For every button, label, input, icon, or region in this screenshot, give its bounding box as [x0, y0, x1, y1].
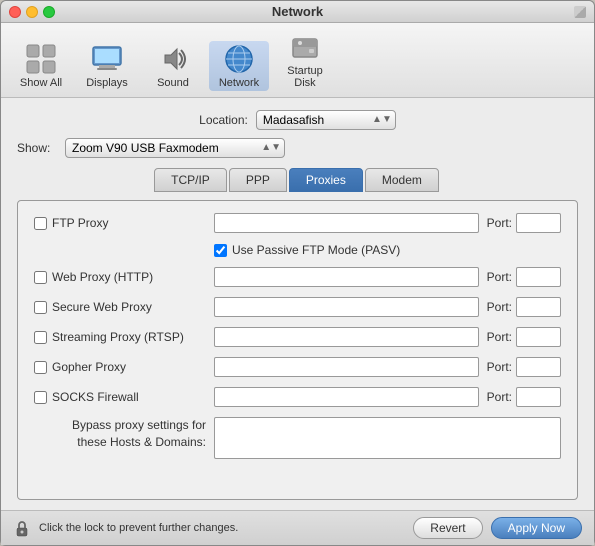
pasv-label[interactable]: Use Passive FTP Mode (PASV) — [214, 243, 400, 257]
location-select[interactable]: Madasafish Home Work — [256, 110, 396, 130]
socks-port-input[interactable] — [516, 387, 561, 407]
toolbar-label-displays: Displays — [86, 77, 128, 89]
streaming-proxy-label[interactable]: Streaming Proxy (RTSP) — [34, 330, 214, 344]
secure-web-port-label: Port: — [487, 300, 512, 314]
secure-web-port-input[interactable] — [516, 297, 561, 317]
web-port-input[interactable] — [516, 267, 561, 287]
minimize-button[interactable] — [26, 6, 38, 18]
toolbar-item-network[interactable]: Network — [209, 41, 269, 91]
speaker-icon — [157, 43, 189, 75]
lock-text: Click the lock to prevent further change… — [39, 522, 405, 534]
streaming-proxy-checkbox[interactable] — [34, 331, 47, 344]
web-proxy-label[interactable]: Web Proxy (HTTP) — [34, 270, 214, 284]
gopher-proxy-label[interactable]: Gopher Proxy — [34, 360, 214, 374]
toolbar-label-startup-disk: Startup Disk — [277, 65, 333, 89]
ftp-proxy-row: FTP Proxy Port: — [34, 213, 561, 233]
toolbar-item-sound[interactable]: Sound — [143, 41, 203, 91]
lock-icon[interactable] — [13, 519, 31, 537]
maximize-button[interactable] — [43, 6, 55, 18]
location-label: Location: — [199, 113, 248, 127]
location-select-wrapper: Madasafish Home Work ▲▼ — [256, 110, 396, 130]
globe-icon — [223, 43, 255, 75]
gopher-proxy-input[interactable] — [214, 357, 479, 377]
ftp-proxy-input[interactable] — [214, 213, 479, 233]
toolbar-item-displays[interactable]: Displays — [77, 41, 137, 91]
toolbar-item-show-all[interactable]: Show All — [11, 41, 71, 91]
window: Network Show All — [0, 0, 595, 546]
bottom-bar: Click the lock to prevent further change… — [1, 510, 594, 545]
main-content: Location: Madasafish Home Work ▲▼ Show: … — [1, 98, 594, 510]
window-title: Network — [1, 4, 594, 19]
ftp-proxy-checkbox[interactable] — [34, 217, 47, 230]
tab-tcpip[interactable]: TCP/IP — [154, 168, 227, 192]
monitor-icon — [91, 43, 123, 75]
apply-now-button[interactable]: Apply Now — [491, 517, 582, 539]
socks-input[interactable] — [214, 387, 479, 407]
secure-web-proxy-label[interactable]: Secure Web Proxy — [34, 300, 214, 314]
toolbar-label-network: Network — [219, 77, 259, 89]
gopher-proxy-checkbox[interactable] — [34, 361, 47, 374]
pasv-checkbox[interactable] — [214, 244, 227, 257]
bypass-textarea[interactable] — [214, 417, 561, 459]
toolbar-label-show-all: Show All — [20, 77, 62, 89]
gopher-proxy-row: Gopher Proxy Port: — [34, 357, 561, 377]
ftp-port-input[interactable] — [516, 213, 561, 233]
socks-checkbox[interactable] — [34, 391, 47, 404]
ftp-proxy-label[interactable]: FTP Proxy — [34, 216, 214, 230]
bypass-row: Bypass proxy settings forthese Hosts & D… — [34, 417, 561, 459]
web-proxy-input[interactable] — [214, 267, 479, 287]
revert-button[interactable]: Revert — [413, 517, 482, 539]
show-row: Show: Zoom V90 USB Faxmodem Built-in Eth… — [17, 138, 578, 158]
show-label: Show: — [17, 141, 57, 155]
grid-icon — [25, 43, 57, 75]
streaming-port-input[interactable] — [516, 327, 561, 347]
toolbar-item-startup-disk[interactable]: Startup Disk — [275, 29, 335, 91]
location-row: Location: Madasafish Home Work ▲▼ — [17, 110, 578, 130]
socks-row: SOCKS Firewall Port: — [34, 387, 561, 407]
traffic-lights — [9, 6, 55, 18]
ftp-port-label: Port: — [487, 216, 512, 230]
show-select[interactable]: Zoom V90 USB Faxmodem Built-in Ethernet … — [65, 138, 285, 158]
proxies-panel: FTP Proxy Port: Use Passive FTP Mode (PA… — [17, 200, 578, 500]
secure-web-proxy-row: Secure Web Proxy Port: — [34, 297, 561, 317]
secure-web-proxy-input[interactable] — [214, 297, 479, 317]
gopher-port-input[interactable] — [516, 357, 561, 377]
socks-port-label: Port: — [487, 390, 512, 404]
web-proxy-row: Web Proxy (HTTP) Port: — [34, 267, 561, 287]
socks-label[interactable]: SOCKS Firewall — [34, 390, 214, 404]
secure-web-proxy-checkbox[interactable] — [34, 301, 47, 314]
tabs-container: TCP/IP PPP Proxies Modem — [17, 168, 578, 192]
streaming-proxy-row: Streaming Proxy (RTSP) Port: — [34, 327, 561, 347]
tab-modem[interactable]: Modem — [365, 168, 439, 192]
close-button[interactable] — [9, 6, 21, 18]
streaming-proxy-input[interactable] — [214, 327, 479, 347]
resize-button[interactable] — [574, 6, 586, 18]
streaming-port-label: Port: — [487, 330, 512, 344]
pasv-row: Use Passive FTP Mode (PASV) — [34, 243, 561, 257]
bypass-label: Bypass proxy settings forthese Hosts & D… — [34, 417, 214, 451]
web-proxy-checkbox[interactable] — [34, 271, 47, 284]
titlebar: Network — [1, 1, 594, 23]
toolbar: Show All Displays — [1, 23, 594, 98]
tab-proxies[interactable]: Proxies — [289, 168, 363, 192]
show-select-wrapper: Zoom V90 USB Faxmodem Built-in Ethernet … — [65, 138, 285, 158]
web-port-label: Port: — [487, 270, 512, 284]
disk-icon — [289, 31, 321, 63]
toolbar-label-sound: Sound — [157, 77, 189, 89]
gopher-port-label: Port: — [487, 360, 512, 374]
tab-ppp[interactable]: PPP — [229, 168, 287, 192]
